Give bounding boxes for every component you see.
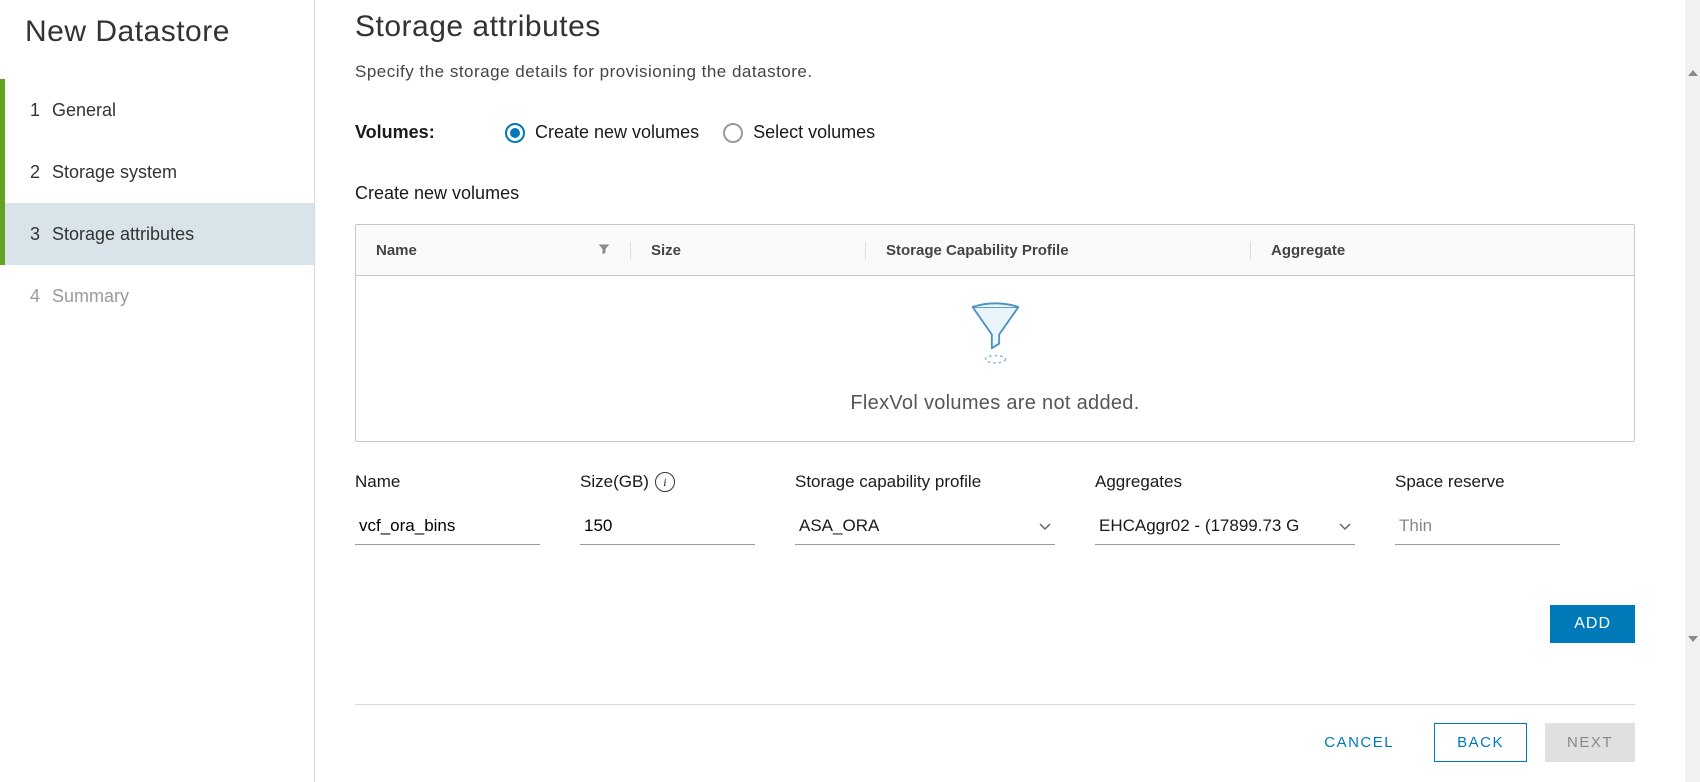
column-label: Aggregate (1271, 242, 1345, 259)
radio-select-volumes[interactable]: Select volumes (723, 122, 875, 143)
step-label: Summary (52, 286, 129, 307)
radio-create-new-volumes[interactable]: Create new volumes (505, 122, 699, 143)
step-number: 1 (30, 100, 44, 121)
scp-select[interactable]: ASA_ORA (795, 510, 1055, 545)
chevron-down-icon (1339, 518, 1351, 534)
column-label: Storage Capability Profile (886, 242, 1069, 259)
space-reserve-field (1395, 510, 1560, 545)
new-volume-form: Name Size(GB) i Storage capability profi… (355, 472, 1635, 545)
field-label-aggregates: Aggregates (1095, 472, 1355, 492)
radio-dot-icon (505, 123, 525, 143)
step-label: General (52, 100, 116, 121)
step-label: Storage system (52, 162, 177, 183)
wizard-step-general[interactable]: 1 General (0, 79, 314, 141)
funnel-icon (968, 302, 1023, 372)
empty-message: FlexVol volumes are not added. (850, 392, 1139, 415)
column-header-aggregate[interactable]: Aggregate (1251, 242, 1634, 259)
field-label-size: Size(GB) i (580, 472, 755, 492)
column-header-scp[interactable]: Storage Capability Profile (866, 242, 1251, 259)
select-value: EHCAggr02 - (17899.73 G (1099, 516, 1299, 536)
step-label: Storage attributes (52, 224, 194, 245)
step-number: 3 (30, 224, 44, 245)
table-header: Name Size Storage Capability Profile Agg… (356, 225, 1634, 276)
volumes-radio-group: Create new volumes Select volumes (505, 122, 875, 143)
table-empty-state: FlexVol volumes are not added. (356, 276, 1634, 441)
radio-dot-icon (723, 123, 743, 143)
vertical-scrollbar[interactable] (1685, 0, 1700, 782)
field-label-space-reserve: Space reserve (1395, 472, 1560, 492)
wizard-title: New Datastore (0, 15, 314, 79)
volumes-row: Volumes: Create new volumes Select volum… (355, 122, 1635, 143)
column-label: Name (376, 242, 417, 259)
select-value: ASA_ORA (799, 516, 879, 536)
volumes-label: Volumes: (355, 122, 465, 143)
add-button[interactable]: ADD (1550, 605, 1635, 643)
field-label-name: Name (355, 472, 540, 492)
radio-label: Create new volumes (535, 122, 699, 143)
size-input[interactable] (580, 510, 755, 545)
step-number: 2 (30, 162, 44, 183)
info-icon[interactable]: i (655, 472, 675, 492)
chevron-down-icon (1039, 518, 1051, 534)
column-label: Size (651, 242, 681, 259)
volumes-table: Name Size Storage Capability Profile Agg… (355, 224, 1635, 442)
name-input[interactable] (355, 510, 540, 545)
aggregates-select[interactable]: EHCAggr02 - (17899.73 G (1095, 510, 1355, 545)
create-volumes-section-title: Create new volumes (355, 183, 1635, 204)
field-label-scp: Storage capability profile (795, 472, 1055, 492)
next-button: NEXT (1545, 723, 1635, 762)
wizard-sidebar: New Datastore 1 General 2 Storage system… (0, 0, 315, 782)
column-header-size[interactable]: Size (631, 242, 866, 259)
column-header-name[interactable]: Name (356, 242, 631, 259)
wizard-step-storage-attributes[interactable]: 3 Storage attributes (0, 203, 314, 265)
radio-label: Select volumes (753, 122, 875, 143)
step-number: 4 (30, 286, 44, 307)
filter-icon[interactable] (598, 242, 610, 258)
page-title: Storage attributes (355, 10, 1635, 44)
cancel-button[interactable]: CANCEL (1302, 723, 1416, 762)
wizard-step-storage-system[interactable]: 2 Storage system (0, 141, 314, 203)
wizard-footer: CANCEL BACK NEXT (355, 704, 1635, 762)
wizard-step-summary: 4 Summary (0, 265, 314, 327)
page-subtitle: Specify the storage details for provisio… (355, 62, 1635, 82)
back-button[interactable]: BACK (1434, 723, 1527, 762)
wizard-content: Storage attributes Specify the storage d… (315, 0, 1685, 782)
